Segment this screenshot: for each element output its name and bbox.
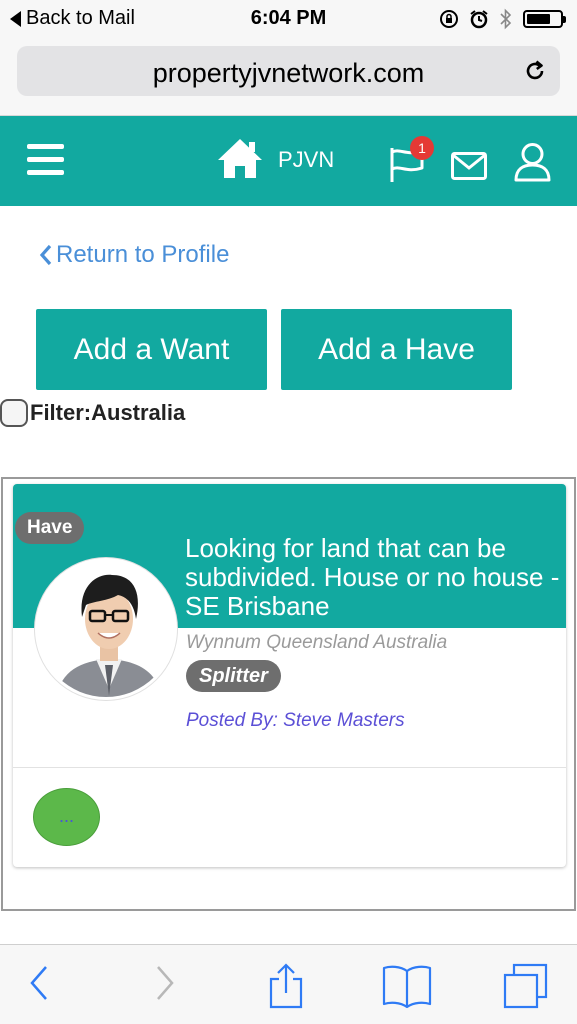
forward-icon[interactable]	[152, 963, 178, 1003]
posted-by-link[interactable]: Posted By: Steve Masters	[186, 710, 405, 732]
listing-type-badge: Have	[15, 512, 85, 544]
mail-icon[interactable]	[451, 152, 487, 180]
url-text: propertyjvnetwork.com	[152, 58, 425, 88]
add-have-button[interactable]: Add a Have	[281, 309, 512, 390]
profile-photo	[38, 561, 174, 697]
bluetooth-icon	[500, 8, 512, 30]
menu-icon[interactable]	[27, 144, 64, 176]
reload-icon[interactable]	[522, 58, 548, 84]
listing-container: Have Looking for land that can be subdiv…	[1, 477, 576, 911]
filter-checkbox[interactable]	[0, 399, 28, 427]
screen: Back to Mail 6:04 PM propertyjvnetwork.c…	[0, 0, 577, 1024]
share-icon[interactable]	[268, 963, 304, 1009]
filter-row: Filter:Australia	[0, 398, 185, 428]
home-icon[interactable]	[216, 136, 264, 180]
browser-bar: propertyjvnetwork.com	[0, 38, 577, 116]
return-to-profile-label: Return to Profile	[56, 241, 230, 268]
battery-icon	[523, 10, 566, 28]
add-want-button[interactable]: Add a Want	[36, 309, 267, 390]
address-bar[interactable]: propertyjvnetwork.com	[17, 46, 560, 96]
listing-location: Wynnum Queensland Australia	[186, 632, 448, 653]
tabs-icon[interactable]	[502, 963, 550, 1009]
notification-badge: 1	[410, 136, 434, 160]
filter-label: Filter:Australia	[30, 400, 186, 425]
listing-tag-badge: Splitter	[186, 660, 281, 692]
return-to-profile-link[interactable]: Return to Profile	[38, 241, 229, 269]
brand-label[interactable]: PJVN	[278, 147, 334, 173]
orientation-lock-icon	[440, 10, 458, 28]
listing-card[interactable]: Have Looking for land that can be subdiv…	[13, 484, 566, 867]
chevron-left-icon	[39, 244, 52, 266]
alarm-icon	[470, 10, 488, 29]
back-icon[interactable]	[26, 963, 52, 1003]
status-icons	[439, 6, 566, 32]
app-header: PJVN	[0, 116, 577, 206]
user-icon[interactable]	[514, 142, 551, 182]
bookmarks-icon[interactable]	[382, 963, 432, 1009]
card-divider	[13, 767, 566, 768]
status-bar: Back to Mail 6:04 PM	[0, 0, 577, 38]
more-options-button[interactable]: ...	[33, 788, 100, 846]
avatar[interactable]	[35, 558, 177, 700]
browser-toolbar	[0, 944, 577, 1024]
listing-title[interactable]: Looking for land that can be subdivided.…	[185, 534, 560, 621]
